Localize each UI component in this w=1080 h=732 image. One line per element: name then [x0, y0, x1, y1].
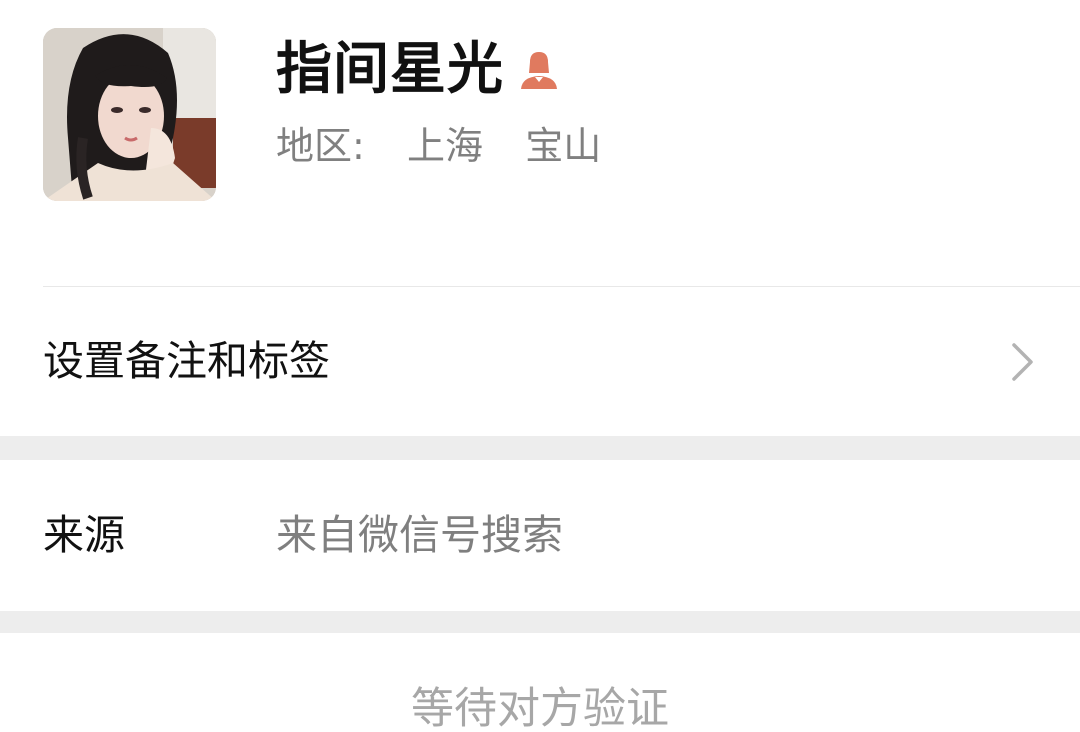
nickname: 指间星光	[276, 37, 504, 102]
region-district: 宝山	[525, 124, 602, 168]
region-city: 上海	[407, 124, 484, 168]
profile-header: 指间星光 地区: 上海 宝山	[0, 0, 1080, 286]
region-line: 地区: 上海 宝山	[276, 118, 601, 174]
pending-verification-text: 等待对方验证	[411, 684, 669, 732]
set-remark-and-tags-row[interactable]: 设置备注和标签	[0, 287, 1080, 436]
section-separator	[0, 436, 1080, 460]
section-separator	[0, 611, 1080, 633]
region-label: 地区:	[276, 124, 365, 168]
source-value: 来自微信号搜索	[276, 511, 563, 559]
source-row: 来源 来自微信号搜索	[0, 460, 1080, 611]
chevron-right-icon	[1010, 342, 1036, 382]
pending-verification-row: 等待对方验证	[0, 633, 1080, 732]
nickname-row: 指间星光	[276, 30, 560, 110]
remark-label: 设置备注和标签	[43, 337, 330, 385]
contact-profile-page: 指间星光 地区: 上海 宝山 设置备注和标签 来源 来自微信号搜索 等待对方验证	[0, 0, 1080, 732]
female-person-icon	[518, 49, 560, 91]
avatar-image	[43, 28, 216, 201]
avatar[interactable]	[43, 28, 216, 201]
source-label: 来源	[43, 511, 125, 559]
